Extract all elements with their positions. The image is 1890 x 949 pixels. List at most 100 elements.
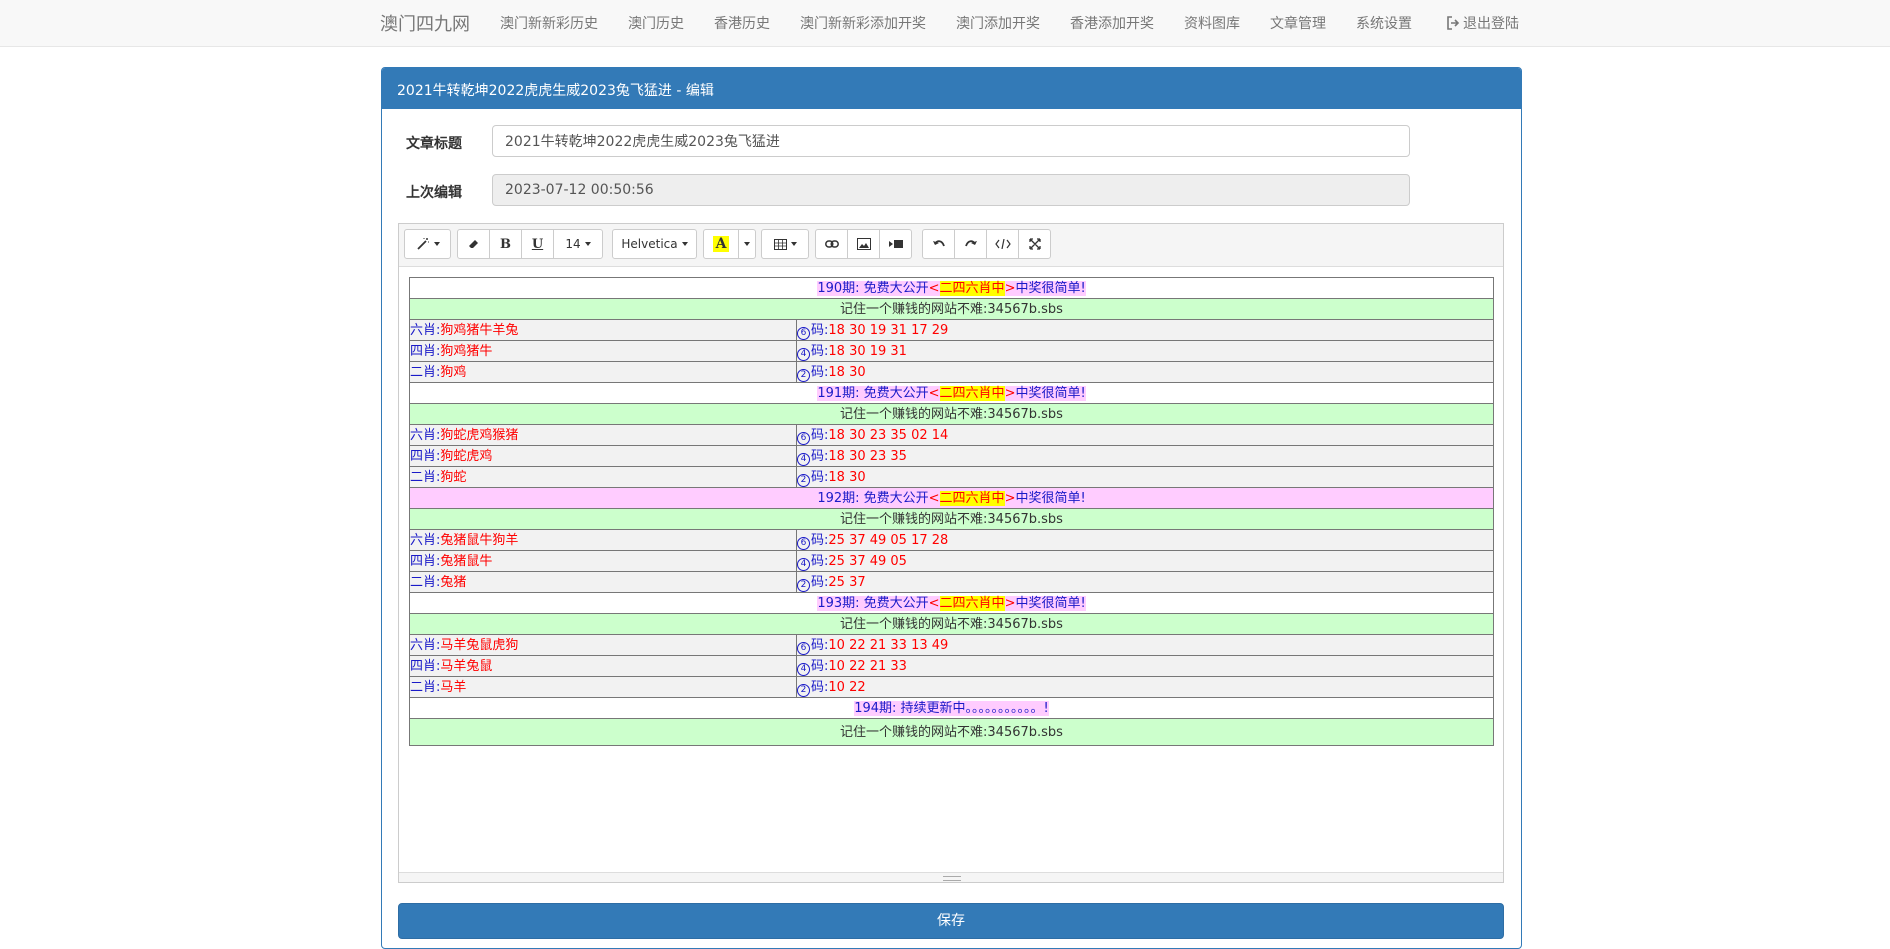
nav-macau-add[interactable]: 澳门添加开奖 <box>956 13 1040 33</box>
logout-label: 退出登陆 <box>1463 16 1519 32</box>
number-label: 码: <box>811 343 829 359</box>
nav-hk-history[interactable]: 香港历史 <box>714 13 770 33</box>
zodiac-cell: 六肖:狗鸡猪牛羊兔 <box>409 319 797 341</box>
circled-count: 2 <box>797 683 810 697</box>
prediction-row: 六肖:马羊兔鼠虎狗 6 码:10 22 21 33 13 49 <box>409 634 1494 656</box>
video-button[interactable] <box>879 229 912 259</box>
logout-link[interactable]: 退出登陆 <box>1446 13 1519 33</box>
nav-articles[interactable]: 文章管理 <box>1270 13 1326 33</box>
number-value: 10 22 <box>828 679 866 695</box>
number-label: 码: <box>811 637 829 653</box>
period-suffix: 中奖很简单! <box>1015 595 1086 611</box>
bold-button[interactable]: B <box>489 229 522 259</box>
period-title-latest: 194期: 持续更新中。。。。。。。。。。。! <box>854 700 1049 716</box>
number-value: 25 37 <box>828 574 866 590</box>
font-size-dropdown[interactable]: 14 <box>553 229 603 259</box>
zodiac-label: 四肖: <box>410 658 441 674</box>
period-suffix: 中奖很简单! <box>1015 385 1086 401</box>
panel-title: 2021牛转乾坤2022虎虎生威2023兔飞猛进 - 编辑 <box>397 83 714 99</box>
prediction-row: 二肖:狗鸡 2 码:18 30 <box>409 361 1494 383</box>
number-cell: 4 码:18 30 23 35 <box>796 445 1494 467</box>
circled-count: 4 <box>797 662 810 676</box>
text-color-dropdown[interactable] <box>738 229 756 259</box>
period-header-row: 193期: 免费大公开<二四六肖中>中奖很简单! <box>409 592 1494 614</box>
fullscreen-button[interactable] <box>1018 229 1051 259</box>
text-color-button[interactable]: A <box>703 229 739 259</box>
prediction-row: 四肖:兔猪鼠牛 4 码:25 37 49 05 <box>409 550 1494 572</box>
number-value: 18 30 19 31 <box>828 343 907 359</box>
zodiac-label: 四肖: <box>410 448 441 464</box>
article-title-input[interactable] <box>492 125 1410 157</box>
style-dropdown[interactable] <box>404 229 451 259</box>
number-cell: 6 码:18 30 23 35 02 14 <box>796 424 1494 446</box>
image-icon <box>856 238 871 250</box>
circled-count: 2 <box>797 368 810 382</box>
circled-count: 4 <box>797 452 810 466</box>
number-cell: 4 码:18 30 19 31 <box>796 340 1494 362</box>
number-value: 10 22 21 33 13 49 <box>828 637 949 653</box>
nav-hk-add[interactable]: 香港添加开奖 <box>1070 13 1154 33</box>
number-cell: 4 码:10 22 21 33 <box>796 655 1494 677</box>
font-family-value: Helvetica <box>621 237 678 251</box>
number-label: 码: <box>811 427 829 443</box>
grip-icon <box>943 876 961 881</box>
number-cell: 2 码:18 30 <box>796 466 1494 488</box>
number-value: 25 37 49 05 17 28 <box>828 532 949 548</box>
prediction-row: 四肖:狗蛇虎鸡 4 码:18 30 23 35 <box>409 445 1494 467</box>
zodiac-cell: 四肖:马羊兔鼠 <box>409 655 797 677</box>
nav-macau-new-history[interactable]: 澳门新新彩历史 <box>500 13 598 33</box>
link-button[interactable] <box>815 229 848 259</box>
zodiac-label: 二肖: <box>410 574 441 590</box>
zodiac-label: 二肖: <box>410 679 441 695</box>
underline-button[interactable]: U <box>521 229 554 259</box>
zodiac-label: 六肖: <box>410 322 441 338</box>
period-title: 191期: 免费大公开 <box>817 385 929 401</box>
circled-count: 6 <box>797 431 810 445</box>
zodiac-label: 六肖: <box>410 532 441 548</box>
period-header-cell: 192期: 免费大公开<二四六肖中>中奖很简单! <box>409 487 1494 509</box>
code-icon <box>994 239 1011 249</box>
edit-panel: 2021牛转乾坤2022虎虎生威2023兔飞猛进 - 编辑 文章标题 上次编辑 … <box>381 67 1522 949</box>
prediction-row: 六肖:兔猪鼠牛狗羊 6 码:25 37 49 05 17 28 <box>409 529 1494 551</box>
circled-count: 4 <box>797 347 810 361</box>
code-view-button[interactable] <box>986 229 1019 259</box>
zodiac-value: 兔猪 <box>440 574 467 590</box>
undo-button[interactable] <box>922 229 955 259</box>
nav-macau-new-add[interactable]: 澳门新新彩添加开奖 <box>800 13 926 33</box>
save-button[interactable]: 保存 <box>398 903 1504 939</box>
nav-macau-history[interactable]: 澳门历史 <box>628 13 684 33</box>
period-suffix: 中奖很简单! <box>1015 280 1086 296</box>
last-edit-label: 上次编辑 <box>406 185 462 201</box>
nav-settings[interactable]: 系统设置 <box>1356 13 1412 33</box>
bracket-open: < <box>928 385 940 401</box>
eraser-button[interactable] <box>457 229 490 259</box>
zodiac-cell: 四肖:兔猪鼠牛 <box>409 550 797 572</box>
font-family-dropdown[interactable]: Helvetica <box>612 229 697 259</box>
table-dropdown[interactable] <box>761 229 809 259</box>
period-highlight: 二四六肖中 <box>939 280 1005 296</box>
number-label: 码: <box>811 448 829 464</box>
brand-link[interactable]: 澳门四九网 <box>380 10 470 36</box>
nav-gallery[interactable]: 资料图库 <box>1184 13 1240 33</box>
last-edit-field <box>492 174 1410 206</box>
period-header-cell: 193期: 免费大公开<二四六肖中>中奖很简单! <box>409 592 1494 614</box>
editor-content-area[interactable]: 190期: 免费大公开<二四六肖中>中奖很简单! 记住一个赚钱的网站不难:3456… <box>399 267 1503 869</box>
ad-row: 记住一个赚钱的网站不难:34567b.sbs <box>409 718 1494 746</box>
period-header-row: 190期: 免费大公开<二四六肖中>中奖很简单! <box>409 277 1494 299</box>
top-navbar: 澳门四九网 澳门新新彩历史 澳门历史 香港历史 澳门新新彩添加开奖 澳门添加开奖… <box>0 0 1890 47</box>
editor-resize-handle[interactable] <box>399 872 1503 882</box>
number-label: 码: <box>811 364 829 380</box>
number-value: 10 22 21 33 <box>828 658 907 674</box>
zodiac-value: 狗蛇 <box>440 469 467 485</box>
redo-button[interactable] <box>954 229 987 259</box>
number-value: 18 30 23 35 02 14 <box>828 427 949 443</box>
zodiac-cell: 二肖:马羊 <box>409 676 797 698</box>
number-value: 18 30 23 35 <box>828 448 907 464</box>
circled-count: 6 <box>797 641 810 655</box>
circled-count: 4 <box>797 557 810 571</box>
image-button[interactable] <box>847 229 880 259</box>
redo-icon <box>964 240 977 247</box>
panel-heading: 2021牛转乾坤2022虎虎生威2023兔飞猛进 - 编辑 <box>382 68 1521 109</box>
zodiac-value: 马羊 <box>440 679 467 695</box>
zodiac-label: 六肖: <box>410 427 441 443</box>
